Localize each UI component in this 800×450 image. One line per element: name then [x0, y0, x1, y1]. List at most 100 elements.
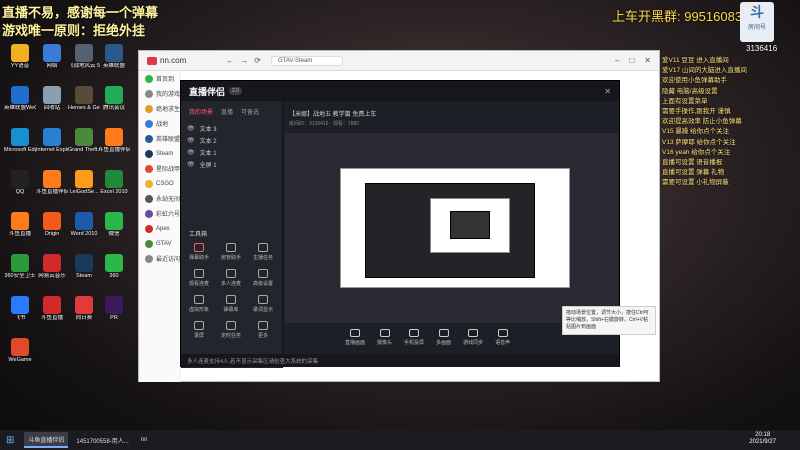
tool-button[interactable]: 房管助手: [215, 243, 247, 265]
tool-button[interactable]: 多人连麦: [215, 269, 247, 291]
desktop-icon[interactable]: LeiGodSe...: [68, 170, 100, 206]
desktop-icon[interactable]: Steam: [68, 254, 100, 290]
desktop-icon[interactable]: YY语音: [4, 44, 36, 80]
browser-sidebar-item[interactable]: 首页到: [139, 71, 180, 86]
desktop-icon[interactable]: 《战地风云 5: [68, 44, 100, 80]
tool-button[interactable]: 高级设置: [247, 269, 279, 291]
eye-icon[interactable]: 👁: [187, 137, 195, 144]
tab-live[interactable]: 直播: [221, 107, 233, 116]
browser-sidebar-item[interactable]: 战地: [139, 116, 180, 131]
browser-sidebar: 首页到 我的游戏 绝地求生战地英雄联盟 Steam 星际战甲 CSGO 永劫无间 彩虹六号 Ap…: [139, 71, 181, 382]
desktop-icon[interactable]: PR: [98, 296, 130, 332]
minimize-icon[interactable]: –: [615, 56, 619, 65]
desktop-icon[interactable]: 斗鱼直播伴侣: [36, 170, 68, 206]
desktop-icon-label: 斗鱼直播: [8, 231, 31, 237]
desktop-icon[interactable]: Microsoft Edge: [4, 128, 36, 164]
browser-sidebar-item[interactable]: 英雄联盟: [139, 131, 180, 146]
start-icon[interactable]: ⊞: [6, 435, 14, 446]
eye-icon[interactable]: 👁: [187, 149, 195, 156]
app-close-icon[interactable]: ✕: [604, 87, 611, 96]
taskbar-item[interactable]: nn: [137, 432, 152, 448]
desktop-icon[interactable]: Word 2010: [68, 212, 100, 248]
desktop-icon[interactable]: Grand Theft Auto V: [68, 128, 100, 164]
browser-addr[interactable]: nn.com: [160, 56, 186, 65]
tool-button[interactable]: 观看连麦: [183, 269, 215, 291]
desktop-icon[interactable]: QQ: [4, 170, 36, 206]
tool-button[interactable]: 弹幕库: [215, 295, 247, 317]
tab-backup[interactable]: 可备选: [241, 107, 259, 116]
desktop-icon[interactable]: Excel 2010: [98, 170, 130, 206]
browser-sidebar-label: CSGO: [156, 180, 174, 187]
bottom-item[interactable]: 语音声: [495, 328, 511, 346]
desktop-icon[interactable]: 飞书: [4, 296, 36, 332]
browser-sidebar-item[interactable]: Steam: [139, 146, 180, 161]
tab-scenes[interactable]: 我的场景: [189, 107, 213, 116]
maximize-icon[interactable]: □: [629, 56, 634, 65]
tool-button[interactable]: 更多: [247, 321, 279, 343]
desktop-icon[interactable]: Internet Explorer: [36, 128, 68, 164]
game-icon: [145, 254, 153, 263]
desktop-icon[interactable]: 英雄联盟WeGame版: [4, 86, 36, 122]
tool-button[interactable]: 弹幕助手: [183, 243, 215, 265]
forward-icon[interactable]: →: [240, 56, 248, 65]
tool-button[interactable]: 歌词显示: [247, 295, 279, 317]
scene-item[interactable]: 👁 文本 3: [181, 122, 282, 134]
browser-sidebar-item[interactable]: 最近访问: [139, 251, 180, 266]
bottom-label: 语音声: [495, 339, 511, 346]
bottom-item[interactable]: 直播画面: [345, 328, 365, 346]
bottom-item[interactable]: 多画面: [436, 328, 451, 346]
taskbar-item[interactable]: 斗鱼直播伴侣: [24, 432, 69, 448]
eye-icon[interactable]: 👁: [187, 125, 195, 132]
desktop-icon[interactable]: Origin: [36, 212, 68, 248]
browser-sidebar-item[interactable]: 我的游戏: [139, 86, 180, 101]
close-icon[interactable]: ✕: [644, 56, 651, 65]
desktop-icon[interactable]: 360安全卫士: [4, 254, 36, 290]
bottom-item[interactable]: 摄像头: [377, 328, 392, 346]
bottom-item[interactable]: 游戏同步: [463, 328, 483, 346]
desktop-icon[interactable]: 向日葵: [68, 296, 100, 332]
browser-sidebar-label: 战地: [156, 122, 169, 128]
browser-sidebar-item[interactable]: Apex: [139, 221, 180, 236]
browser-titlebar: nn.com ← → ⟳ GTAV-Steam – □ ✕: [139, 51, 659, 71]
scene-item[interactable]: 👁 文本 2: [181, 134, 282, 146]
desktop-icon[interactable]: 英雄联盟: [98, 44, 130, 80]
taskbar-item[interactable]: 1451700558-用人...: [72, 432, 132, 448]
browser-tab[interactable]: GTAV-Steam: [270, 55, 344, 66]
chat-line: 需要手操作,跟我开 谨慎: [662, 108, 731, 116]
app-icon: [75, 254, 93, 272]
tool-button[interactable]: 录屏: [183, 321, 215, 343]
browser-sidebar-item[interactable]: 永劫无间: [139, 191, 180, 206]
desktop-icon[interactable]: 微信: [98, 212, 130, 248]
stream-preview[interactable]: [285, 133, 619, 323]
desktop-icon[interactable]: 360: [98, 254, 130, 290]
eye-icon[interactable]: 👁: [187, 161, 195, 168]
bottom-item[interactable]: 手机投屏: [404, 328, 424, 346]
desktop-icon[interactable]: Heroes & Generals: [68, 86, 100, 122]
browser-sidebar-item[interactable]: 星际战甲: [139, 161, 180, 176]
desktop-icon[interactable]: WeGame: [4, 338, 36, 374]
tool-grid: 弹幕助手 房管助手 主播任务观看连麦 多人连麦 高级设置虚拟形象 弹幕库 歌词显示录屏 定时任…: [183, 243, 281, 347]
scene-item[interactable]: 👁 文本 1: [181, 146, 282, 158]
browser-sidebar-item[interactable]: CSGO: [139, 176, 180, 191]
desktop-icon[interactable]: 斗鱼直播伴侣: [98, 128, 130, 164]
tool-button[interactable]: 虚拟形象: [183, 295, 215, 317]
desktop-icon[interactable]: 斗鱼直播: [4, 212, 36, 248]
refresh-icon[interactable]: ⟳: [254, 56, 261, 65]
back-icon[interactable]: ←: [226, 56, 234, 65]
browser-sidebar-item[interactable]: GTAV: [139, 236, 180, 251]
desktop-icon[interactable]: 腾讯会议: [98, 86, 130, 122]
browser-sidebar-item[interactable]: 绝地求生: [139, 101, 180, 116]
taskbar-clock[interactable]: 20:18 2021/9/27: [749, 432, 776, 446]
desktop-icon[interactable]: 斗鱼直播: [36, 296, 68, 332]
desktop-icon[interactable]: 网易云音乐: [36, 254, 68, 290]
desktop-icon-label: Origin: [44, 231, 60, 237]
tool-button[interactable]: 主播任务: [247, 243, 279, 265]
desktop-icon[interactable]: 回收站: [36, 86, 68, 122]
clock-date: 2021/9/27: [749, 439, 776, 445]
desktop-icon[interactable]: 网络: [36, 44, 68, 80]
tool-button[interactable]: 定时任务: [215, 321, 247, 343]
scene-item[interactable]: 👁 全屏 1: [181, 158, 282, 170]
tool-icon: [258, 321, 268, 330]
browser-sidebar-label: GTAV: [156, 240, 172, 247]
browser-sidebar-item[interactable]: 彩虹六号: [139, 206, 180, 221]
